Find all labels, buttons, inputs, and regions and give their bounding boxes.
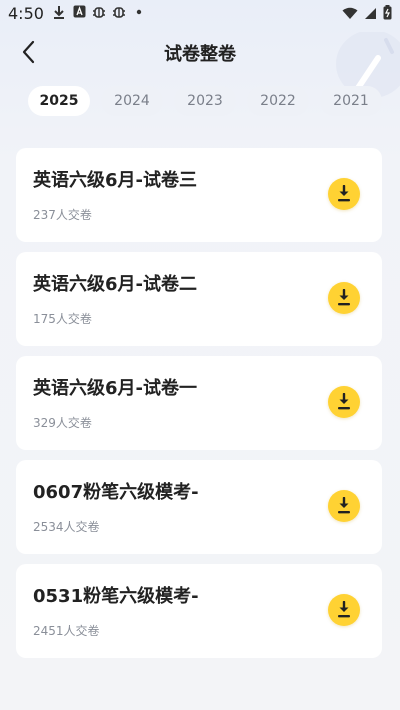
year-tabs: 2025 2024 2023 2022 2021 <box>0 86 400 118</box>
status-bar: 4:50 <box>0 0 400 28</box>
download-button[interactable] <box>328 490 360 522</box>
download-icon <box>338 601 350 618</box>
paper-card[interactable]: 0531粉笔六级模考- 2451人交卷 <box>16 564 382 658</box>
paper-title: 英语六级6月-试卷一 <box>33 378 197 399</box>
paper-title: 英语六级6月-试卷二 <box>33 274 197 295</box>
tab-2024[interactable]: 2024 <box>101 86 163 116</box>
tab-2022[interactable]: 2022 <box>247 86 309 116</box>
tab-2025[interactable]: 2025 <box>28 86 90 116</box>
download-button[interactable] <box>328 594 360 626</box>
paper-card[interactable]: 英语六级6月-试卷三 237人交卷 <box>16 148 382 242</box>
status-notifications <box>52 5 146 19</box>
download-button[interactable] <box>328 386 360 418</box>
wifi-icon <box>342 5 358 24</box>
battery-icon <box>383 5 392 24</box>
download-icon <box>338 289 350 306</box>
paper-submission-count: 329人交卷 <box>33 416 92 430</box>
paper-card[interactable]: 0607粉笔六级模考- 2534人交卷 <box>16 460 382 554</box>
signal-icon <box>364 5 377 24</box>
paper-card[interactable]: 英语六级6月-试卷二 175人交卷 <box>16 252 382 346</box>
download-icon <box>338 497 350 514</box>
download-button[interactable] <box>328 282 360 314</box>
status-system-icons <box>342 5 392 24</box>
dot-icon <box>132 5 146 19</box>
paper-submission-count: 2451人交卷 <box>33 624 100 638</box>
download-icon <box>338 393 350 410</box>
tab-2021[interactable]: 2021 <box>320 86 382 116</box>
paper-title: 英语六级6月-试卷三 <box>33 170 197 191</box>
header: 试卷整卷 <box>0 28 400 98</box>
paper-submission-count: 2534人交卷 <box>33 520 100 534</box>
paper-title: 0607粉笔六级模考- <box>33 482 199 503</box>
tab-2023[interactable]: 2023 <box>174 86 236 116</box>
status-time: 4:50 <box>8 4 44 23</box>
paper-submission-count: 175人交卷 <box>33 312 92 326</box>
paper-title: 0531粉笔六级模考- <box>33 586 199 607</box>
paper-submission-count: 237人交卷 <box>33 208 92 222</box>
bug-icon <box>112 5 126 19</box>
a-box-icon <box>72 5 86 19</box>
bug-icon <box>92 5 106 19</box>
download-icon <box>52 5 66 19</box>
page-title: 试卷整卷 <box>164 44 236 65</box>
download-button[interactable] <box>328 178 360 210</box>
download-icon <box>338 185 350 202</box>
paper-card[interactable]: 英语六级6月-试卷一 329人交卷 <box>16 356 382 450</box>
